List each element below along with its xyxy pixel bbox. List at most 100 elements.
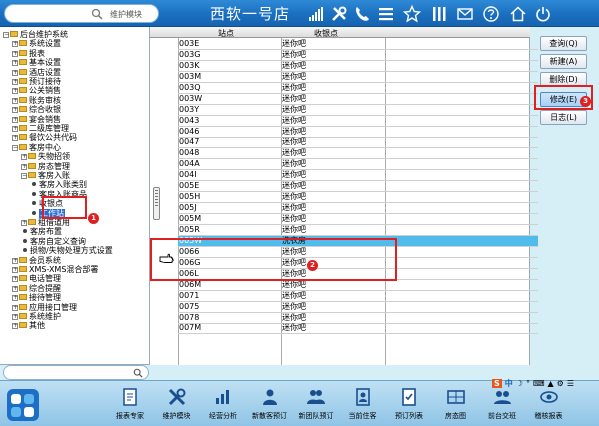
expand-icon[interactable]: + <box>12 69 18 76</box>
table-row[interactable]: 0046 迷你吧 <box>178 127 538 138</box>
expand-icon[interactable]: + <box>12 79 18 85</box>
expand-icon[interactable]: + <box>12 267 18 273</box>
expand-icon[interactable]: + <box>12 97 18 104</box>
phone-icon[interactable] <box>353 5 371 23</box>
expand-icon[interactable]: + <box>12 314 18 320</box>
tree-item[interactable]: + 宴会销售 <box>12 115 61 124</box>
collapse-icon[interactable]: − <box>3 32 9 38</box>
tree-item[interactable]: 客房入账类别 <box>30 180 87 189</box>
table-scrollbar[interactable] <box>152 39 160 365</box>
app-logo[interactable] <box>6 388 40 422</box>
query-button[interactable]: 查询(Q) <box>540 36 587 51</box>
table-row[interactable]: 0078 迷你吧 <box>178 313 538 324</box>
collapse-icon[interactable]: − <box>21 173 27 179</box>
collapse-icon[interactable]: − <box>12 144 18 151</box>
toolbar-button[interactable]: 房态图 <box>433 387 479 423</box>
table-row[interactable]: 007M 迷你吧 <box>178 323 538 335</box>
table-row[interactable]: 006M 迷你吧 <box>178 280 538 291</box>
expand-icon[interactable]: + <box>12 135 18 142</box>
tree-item[interactable]: 损物/失物处理方式设置 <box>21 246 113 255</box>
search-icon[interactable] <box>91 8 103 20</box>
table-row[interactable]: 005H 迷你吧 <box>178 192 538 204</box>
expand-icon[interactable]: + <box>12 276 18 283</box>
column-header-station[interactable]: 站点 <box>218 28 234 39</box>
table-row[interactable]: 0043 迷你吧 <box>178 116 538 127</box>
power-icon[interactable] <box>534 5 552 23</box>
tree-item[interactable]: + 电话管理 <box>12 274 61 283</box>
tree-item[interactable]: + 报表 <box>12 49 45 58</box>
log-button[interactable]: 日志(L) <box>540 110 587 125</box>
tree-item[interactable]: + 餐饮公共代码 <box>12 133 77 142</box>
table-row[interactable]: 005J 迷你吧 <box>178 203 538 215</box>
workstation-table[interactable]: 站点 收银点 003E 迷你吧 003G 迷你吧 003K 迷你吧 003M 迷你吧 003Q 迷… <box>150 27 538 365</box>
table-row[interactable]: 005E 迷你吧 <box>178 181 538 193</box>
table-row[interactable]: 004A 迷你吧 <box>178 159 538 171</box>
tree-item[interactable]: + XMS-XMS混合部署 <box>12 265 98 274</box>
table-row[interactable]: 003Q 迷你吧 <box>178 83 538 94</box>
toolbar-button[interactable]: 经营分析 <box>200 387 246 423</box>
expand-icon[interactable]: + <box>12 257 18 264</box>
scrollbar-thumb[interactable] <box>153 187 160 220</box>
tree-item[interactable]: + 公关销售 <box>12 86 61 95</box>
new-button[interactable]: 新建(A) <box>540 54 587 69</box>
tree-item[interactable]: + 接待管理 <box>12 293 61 302</box>
expand-icon[interactable]: + <box>12 304 18 311</box>
expand-icon[interactable]: + <box>12 295 18 302</box>
tools-icon[interactable] <box>330 5 348 23</box>
tree-item[interactable]: + 预订接待 <box>12 77 61 86</box>
tree-item[interactable]: + 账务审核 <box>12 96 61 105</box>
mail-icon[interactable] <box>456 5 474 23</box>
expand-icon[interactable]: + <box>12 88 18 95</box>
table-row[interactable]: 005R 迷你吧 <box>178 225 538 236</box>
tree-search-input[interactable] <box>3 365 149 380</box>
toolbar-button[interactable]: 稽核报表 <box>526 387 572 423</box>
table-row[interactable]: 003K 迷你吧 <box>178 61 538 72</box>
tree-item[interactable]: − 客房入账 <box>21 171 70 180</box>
tree-item[interactable]: − 客房中心 <box>12 143 61 152</box>
expand-icon[interactable]: + <box>12 41 18 48</box>
module-search-box[interactable]: 维护模块 <box>4 4 159 23</box>
tree-item[interactable]: 客房布置 <box>21 227 62 236</box>
expand-icon[interactable]: + <box>21 154 27 161</box>
tree-item[interactable]: + 系统维护 <box>12 312 61 321</box>
tree-item[interactable]: + 基本设置 <box>12 58 61 67</box>
star-icon[interactable] <box>402 4 422 23</box>
expand-icon[interactable]: + <box>12 126 18 132</box>
table-row[interactable]: 0047 迷你吧 <box>178 137 538 149</box>
table-row[interactable]: 003W 迷你吧 <box>178 94 538 105</box>
toolbar-button[interactable]: 新散客预订 <box>247 387 293 423</box>
expand-icon[interactable]: + <box>12 323 18 330</box>
table-row[interactable]: 004I 迷你吧 <box>178 170 538 182</box>
help-icon[interactable] <box>482 5 500 23</box>
search-icon[interactable] <box>133 368 143 378</box>
table-row[interactable]: 005M 迷你吧 <box>178 214 538 226</box>
table-row[interactable]: 003G 迷你吧 <box>178 50 538 61</box>
tree-item[interactable]: 客房自定义查询 <box>21 237 86 246</box>
tree-item[interactable]: + 房态管理 <box>21 162 70 171</box>
toolbar-button[interactable]: 新团队预订 <box>293 387 339 423</box>
column-header-cashier[interactable]: 收银点 <box>314 28 338 39</box>
toolbar-button[interactable]: 前台交班 <box>479 387 525 423</box>
tree-item[interactable]: + 系统设置 <box>12 39 61 48</box>
tree-item[interactable]: + 综合收银 <box>12 105 61 114</box>
table-row[interactable]: 003Y 迷你吧 <box>178 105 538 116</box>
menu-list-icon[interactable] <box>377 5 395 23</box>
toolbar-button[interactable]: 维护模块 <box>154 387 200 423</box>
expand-icon[interactable]: + <box>21 220 27 226</box>
toolbar-button[interactable]: 报表专家 <box>107 387 153 423</box>
tree-item[interactable]: + 酒店设置 <box>12 68 61 77</box>
tree-item[interactable]: + 二级库管理 <box>12 124 69 133</box>
table-row[interactable]: 0071 迷你吧 <box>178 291 538 302</box>
expand-icon[interactable]: + <box>12 116 18 123</box>
toolbar-button[interactable]: 当前住客 <box>340 387 386 423</box>
tree-item[interactable]: + 租借道用 <box>21 218 70 227</box>
expand-icon[interactable]: + <box>12 107 18 114</box>
toolbar-button[interactable]: 预订列表 <box>386 387 432 423</box>
table-row[interactable]: 003E 迷你吧 <box>178 39 538 50</box>
expand-icon[interactable]: + <box>12 50 18 57</box>
tree-item[interactable]: + 失物招领 <box>21 152 70 161</box>
tree-item[interactable]: + 其他 <box>12 321 45 330</box>
table-row[interactable]: 0048 迷你吧 <box>178 148 538 160</box>
table-row[interactable]: 0075 迷你吧 <box>178 302 538 313</box>
home-icon[interactable] <box>509 5 527 23</box>
